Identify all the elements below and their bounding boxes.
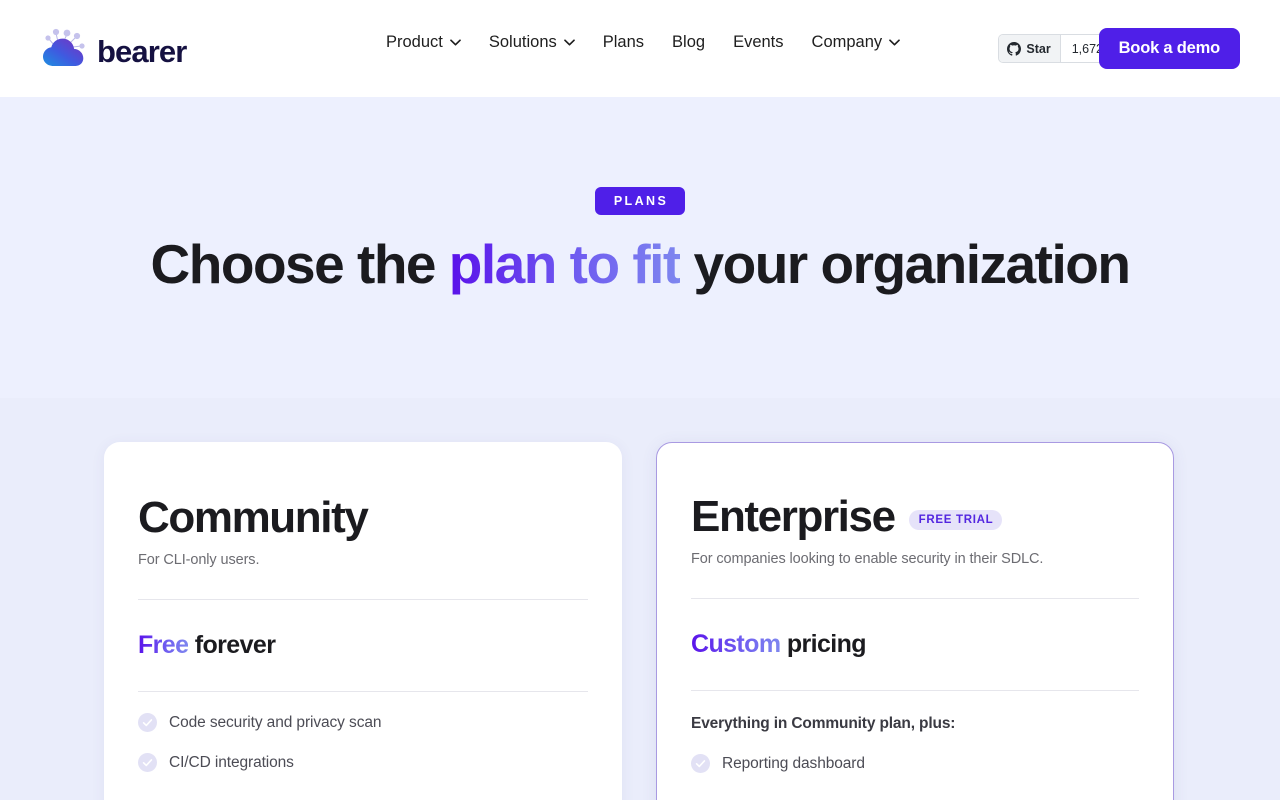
pricing-page: bearer Product Solutions Plans Blog Even… [0, 0, 1280, 800]
site-header: bearer Product Solutions Plans Blog Even… [0, 0, 1280, 97]
bearer-logo[interactable]: bearer [40, 26, 187, 71]
plan-price-rest: forever [188, 631, 276, 659]
nav-label: Events [733, 33, 784, 51]
plan-divider [691, 598, 1139, 599]
plan-price: Custom pricing [691, 630, 1139, 659]
check-circle-icon [138, 713, 157, 732]
main-navigation: Product Solutions Plans Blog Events Comp… [372, 33, 914, 52]
plan-cards: Community For CLI-only users. Free forev… [104, 442, 1174, 800]
bearer-cloud-logo-icon [40, 26, 88, 71]
book-a-demo-button[interactable]: Book a demo [1098, 28, 1240, 69]
nav-label: Company [811, 33, 883, 51]
plan-name: Community [138, 493, 369, 542]
plan-card-enterprise: Enterprise FREE TRIAL For companies look… [656, 442, 1174, 800]
page-title-highlight: plan to fit [448, 233, 681, 295]
plan-divider-secondary [691, 690, 1139, 691]
nav-label: Plans [602, 33, 645, 51]
plan-feature-list: Code security and privacy scan CI/CD int… [138, 713, 588, 772]
github-icon [1007, 41, 1022, 56]
logo-wordmark: bearer [97, 34, 187, 69]
plan-divider [138, 599, 588, 600]
nav-item-blog[interactable]: Blog [658, 33, 719, 52]
plan-subtitle: For companies looking to enable security… [691, 551, 1044, 567]
chevron-down-icon [563, 39, 575, 46]
nav-item-solutions[interactable]: Solutions [475, 33, 589, 52]
nav-item-product[interactable]: Product [372, 33, 475, 52]
nav-item-company[interactable]: Company [798, 33, 915, 52]
nav-item-events[interactable]: Events [719, 33, 797, 52]
check-circle-icon [138, 753, 157, 772]
nav-label: Blog [672, 33, 706, 51]
plan-features-heading: Everything in Community plan, plus: [691, 715, 956, 732]
plan-title-row: Enterprise FREE TRIAL [691, 495, 1139, 539]
plan-price-highlight: Free [138, 631, 189, 659]
hero-section: PLANS Choose the plan to fit your organi… [0, 97, 1280, 398]
nav-label: Product [386, 33, 443, 51]
plans-section: Community For CLI-only users. Free forev… [0, 398, 1280, 800]
feature-label: Reporting dashboard [722, 754, 865, 772]
feature-label: CI/CD integrations [169, 753, 294, 771]
check-circle-icon [691, 754, 710, 773]
page-title: Choose the plan to fit your organization [0, 233, 1280, 295]
chevron-down-icon [889, 39, 901, 46]
plan-price-rest: pricing [780, 630, 867, 658]
plan-feature-list: Everything in Community plan, plus: Repo… [691, 715, 1139, 773]
feature-label: Code security and privacy scan [169, 713, 382, 731]
plan-name: Enterprise [691, 492, 896, 541]
list-item: Code security and privacy scan [138, 713, 588, 732]
page-title-part1: Choose the [150, 233, 449, 295]
page-title-part2: your organization [679, 233, 1131, 295]
list-item: Reporting dashboard [691, 754, 1139, 773]
plans-eyebrow-badge: PLANS [594, 187, 686, 215]
status-badge-free-trial: FREE TRIAL [908, 510, 1003, 530]
nav-label: Solutions [488, 33, 557, 51]
plan-card-community: Community For CLI-only users. Free forev… [104, 442, 622, 800]
github-star-label: Star [1026, 41, 1051, 56]
nav-item-plans[interactable]: Plans [589, 33, 658, 52]
plan-price: Free forever [138, 631, 588, 660]
plan-title-row: Community [138, 496, 588, 540]
list-item: CI/CD integrations [138, 753, 588, 772]
github-star-button[interactable]: Star 1,672 [998, 34, 1115, 63]
chevron-down-icon [450, 39, 461, 46]
github-star-label-group[interactable]: Star [999, 35, 1061, 62]
plan-price-highlight: Custom [691, 630, 781, 658]
plan-subtitle: For CLI-only users. [138, 552, 260, 568]
plan-divider-secondary [138, 691, 588, 692]
